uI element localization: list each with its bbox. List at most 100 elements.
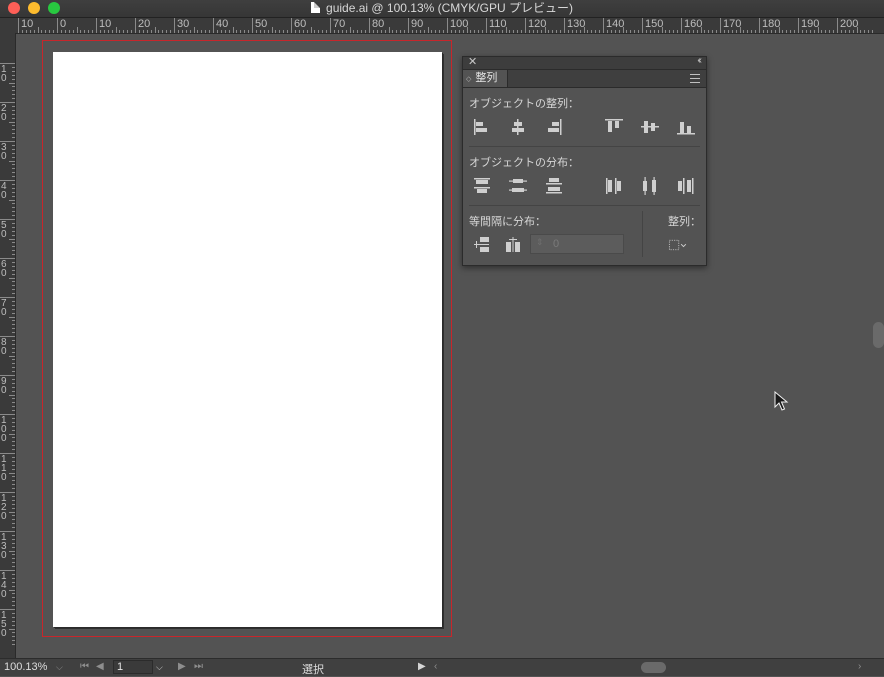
ruler-tick [9,628,15,630]
ruler-tick [12,402,15,404]
ruler-tick [12,527,15,529]
next-artboard-icon[interactable]: ▶ [178,661,186,672]
ruler-tick [0,336,15,337]
window-title-area: guide.ai @ 100.13% (CMYK/GPU プレビュー) [0,0,884,17]
horizontal-scroll-thumb[interactable] [641,662,666,673]
ruler-tick [583,27,585,33]
ruler-tick [12,476,15,478]
distribute-top-button[interactable] [471,175,493,197]
ruler-tick [12,363,15,365]
ruler-tick [376,30,378,33]
panel-menu-icon[interactable] [690,74,700,83]
previous-artboard-icon[interactable]: ◀ [96,661,104,672]
distribute-vertical-center-button[interactable] [507,175,529,197]
vertical-scroll-thumb[interactable] [873,322,884,348]
ruler-tick [12,222,15,224]
ruler-tick [12,187,15,189]
last-artboard-icon[interactable]: ⏭ [194,661,203,672]
distribute-vertical-center-icon [509,179,527,192]
ruler-tick [64,30,66,33]
align-bottom-button[interactable] [675,116,697,138]
ruler-tick [12,632,15,634]
align-right-button[interactable] [543,116,565,138]
ruler-tick [12,488,15,490]
align-left-button[interactable] [471,116,493,138]
ruler-tick [12,441,15,443]
ruler-tick [0,375,15,376]
align-vertical-center-button[interactable] [639,116,661,138]
artboard-number: 1 [117,661,124,673]
collapse-icon[interactable]: ‹‹ [697,55,701,66]
ruler-tick [759,18,760,33]
distribute-bottom-button[interactable] [543,175,565,197]
artboard[interactable] [53,52,442,627]
ruler-tick [801,30,803,33]
mouse-cursor-icon [774,390,790,416]
stepper-icon[interactable]: ⇕ [536,237,544,248]
align-to-label: 整列： [668,216,701,228]
ruler-tick [0,609,15,610]
scroll-left-icon[interactable]: ‹ [434,661,437,672]
horizontal-distribute-space-button[interactable] [502,234,524,256]
ruler-tick [12,503,15,505]
ruler-tick [12,562,15,564]
ruler-tick [634,30,636,33]
horizontal-ruler[interactable]: 10 0 10 20 30 40 50 60 70 80 90 100 110 120 130 140 150 1… [0,18,884,34]
scroll-right-icon[interactable]: › [858,661,861,672]
ruler-tick [166,30,168,33]
status-menu-icon[interactable]: ▶ [418,661,426,672]
ruler-tick [12,616,15,618]
ruler-tick [12,285,15,287]
ruler-tick [68,30,70,33]
ruler-tick [712,30,714,33]
ruler-tick-label: 1 0 0 [1,415,7,444]
panel-header[interactable]: ✕ ‹‹ [463,55,706,70]
ruler-tick [12,644,15,646]
distribute-left-button[interactable] [603,175,625,197]
artboard-dropdown-chevron-down-icon[interactable]: ⌵ [156,662,163,673]
ruler-tick [138,30,140,33]
close-icon[interactable]: ✕ [468,55,477,68]
align-horizontal-center-button[interactable] [507,116,529,138]
ruler-tick [306,30,308,33]
ruler-tick [482,30,484,33]
ruler-tick [12,172,15,174]
ruler-tick [677,30,679,33]
ruler-tick [326,30,328,33]
ruler-tick [813,30,815,33]
ruler-tick [119,30,121,33]
ruler-tick [12,468,15,470]
ruler-tick [12,542,15,544]
ruler-tick-label: 8 0 [1,337,7,357]
zoom-dropdown-chevron-down-icon[interactable]: ⌵ [56,662,63,673]
ruler-tick [25,30,27,33]
ruler-tick [12,515,15,517]
ruler-tick [540,30,542,33]
ruler-tick [49,30,51,33]
align-top-button[interactable] [603,116,625,138]
ruler-tick [12,308,15,310]
zoom-level[interactable]: 100.13% [4,661,47,673]
vertical-ruler[interactable]: 1 0 2 0 3 0 4 0 5 0 6 0 7 0 8 0 9 0 1 0 0 1 1 0 1 2… [0,33,16,658]
ruler-tick [12,281,15,283]
ruler-tick [9,238,15,240]
ruler-tick [478,30,480,33]
artboard-number-field[interactable]: 1 [113,660,153,674]
ruler-tick [96,18,97,33]
ruler-tick [12,226,15,228]
vertical-distribute-space-button[interactable] [471,234,493,256]
distribute-right-button[interactable] [675,175,697,197]
ruler-tick [318,30,320,33]
spacing-value-field[interactable]: ⇕ 0 [530,234,624,254]
ruler-tick-label: 1 1 0 [1,454,7,483]
tab-align[interactable]: ◇ 整列 [463,70,508,87]
ruler-tick [240,30,242,33]
align-to-dropdown[interactable] [667,234,695,256]
ruler-tick [12,351,15,353]
ruler-tick [12,445,15,447]
align-horizontal-center-icon [512,119,524,135]
ruler-tick [12,242,15,244]
distribute-horizontal-center-button[interactable] [639,175,661,197]
ruler-tick [12,78,15,80]
first-artboard-icon[interactable]: ⏮ [80,661,89,672]
